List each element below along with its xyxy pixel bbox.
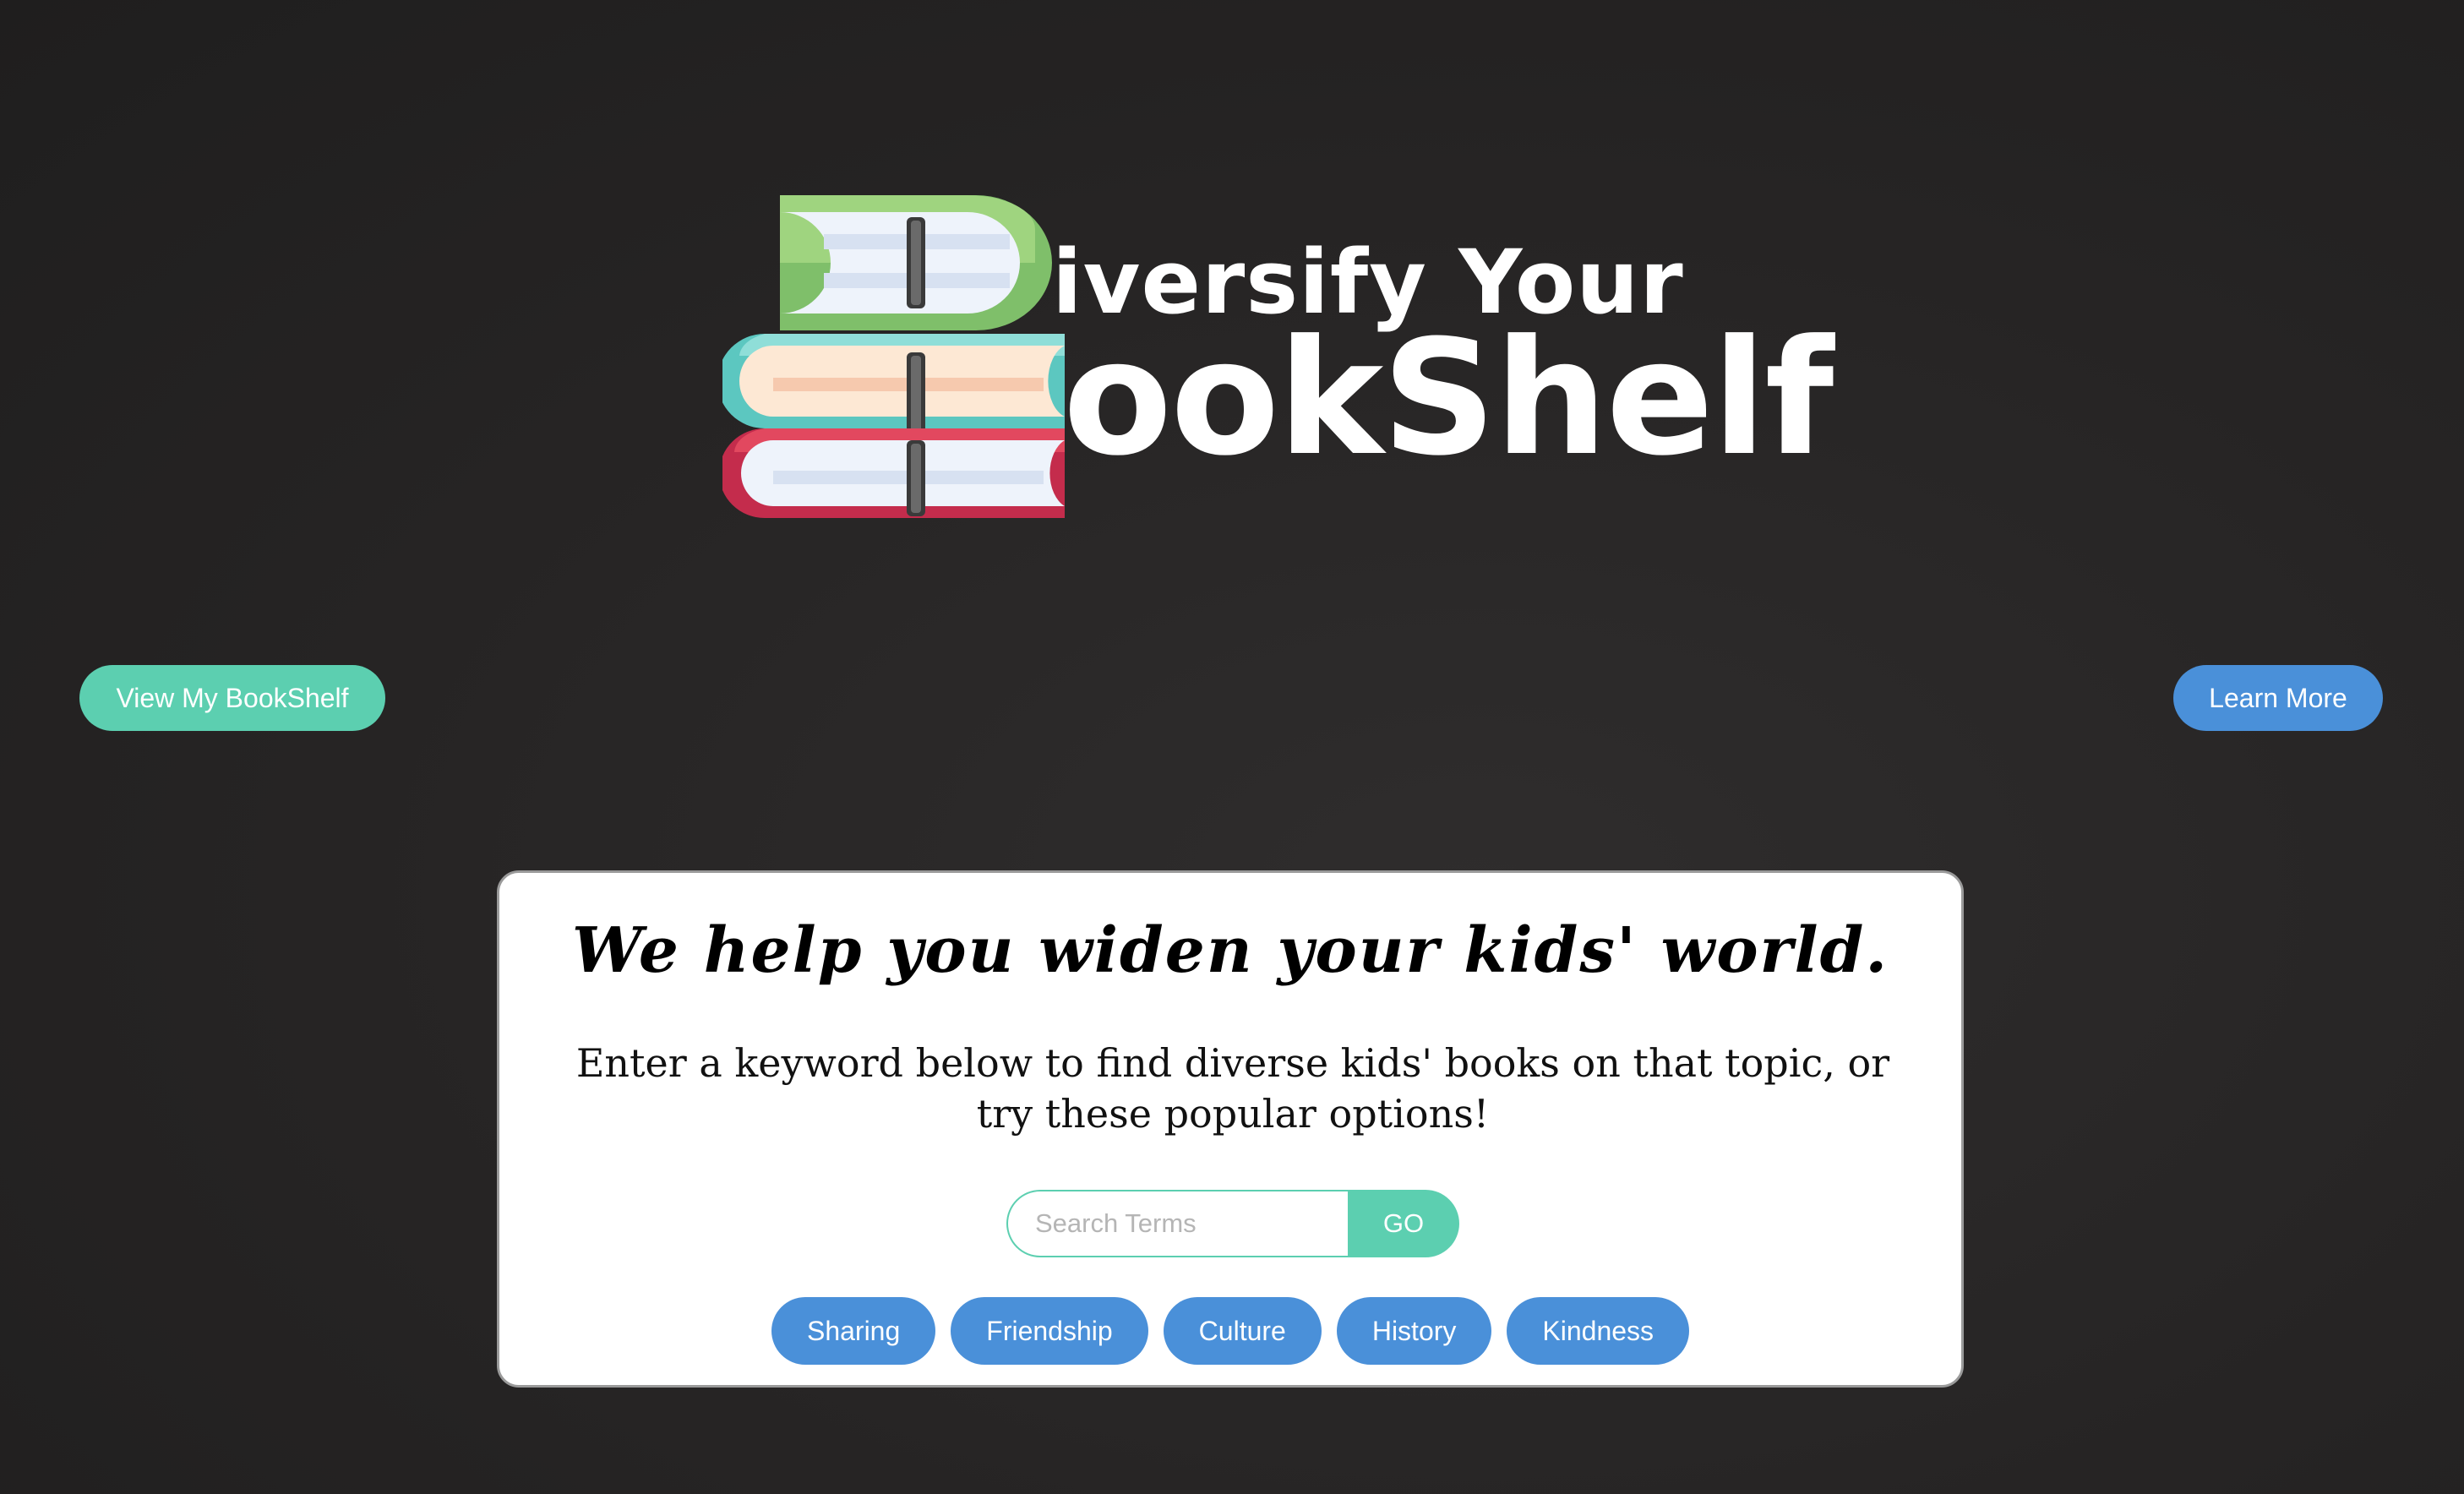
popular-tags: Sharing Friendship Culture History Kindn… xyxy=(499,1297,1961,1365)
learn-more-button[interactable]: Learn More xyxy=(2173,665,2383,731)
view-bookshelf-button[interactable]: View My BookShelf xyxy=(79,665,385,731)
tag-friendship[interactable]: Friendship xyxy=(951,1297,1148,1365)
tag-sharing[interactable]: Sharing xyxy=(771,1297,936,1365)
search-go-button[interactable]: GO xyxy=(1348,1190,1459,1257)
hero-title: We help you widen your kids' world. xyxy=(571,914,1889,987)
hero-subtitle: Enter a keyword below to find diverse ki… xyxy=(575,1040,1890,1137)
search-card: We help you widen your kids' world. Ente… xyxy=(497,870,1964,1388)
search-input[interactable] xyxy=(1006,1190,1348,1257)
tag-culture[interactable]: Culture xyxy=(1163,1297,1322,1365)
tag-kindness[interactable]: Kindness xyxy=(1507,1297,1690,1365)
tag-history[interactable]: History xyxy=(1336,1297,1492,1365)
logo-text-line2: ookShelf xyxy=(1063,306,1834,491)
search-bar: GO xyxy=(1006,1190,1459,1257)
